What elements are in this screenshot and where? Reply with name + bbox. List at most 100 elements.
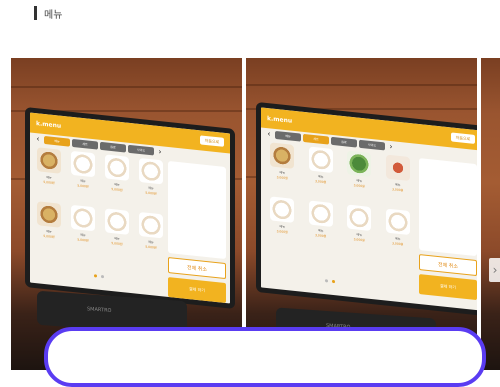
kiosk-pay-button: 결제 하기: [419, 274, 477, 301]
menu-item-price: 3,000원: [315, 179, 327, 185]
menu-item-image: [270, 142, 295, 169]
menu-item: 메뉴 5,000원: [102, 154, 132, 207]
section-title: 메뉴: [44, 9, 63, 21]
kiosk-tab: 세트: [72, 138, 98, 150]
gallery-slide-partial[interactable]: ›: [481, 58, 500, 370]
menu-item-name: 메뉴: [148, 239, 154, 245]
menu-item-name: 메뉴: [394, 236, 401, 242]
menu-item-price: 5,000원: [43, 233, 55, 240]
menu-item: 메뉴 3,000원: [265, 196, 300, 250]
menu-item-price: 3,000원: [353, 237, 365, 243]
menu-item-price: 3,000원: [276, 229, 288, 235]
cart-panel: [419, 158, 477, 257]
cart-panel: [168, 160, 226, 260]
menu-item-price: 5,000원: [77, 237, 89, 243]
menu-item-price: 5,000원: [145, 190, 157, 196]
menu-item-name: 메뉴: [80, 178, 86, 184]
menu-item: 메뉴 3,000원: [304, 200, 339, 254]
kiosk-tab: 사이드: [128, 144, 154, 156]
menu-item-price: 5,000원: [43, 179, 55, 186]
menu-item-image: [139, 211, 163, 239]
card-reader-label: SMARTRO: [87, 306, 112, 314]
menu-item-name: 메뉴: [394, 182, 401, 188]
menu-item: 메뉴 3,000원: [381, 154, 416, 208]
menu-item: 메뉴 5,000원: [136, 157, 166, 211]
menu-item-image: [270, 196, 295, 223]
menu-item-image: [347, 150, 372, 178]
kiosk-screen: k.menu 처음으로 ‹ 메뉴 세트 음료 사이드 › 메뉴 5,000원 메뉴 5…: [25, 106, 235, 310]
kiosk-tab: 메뉴: [44, 135, 70, 147]
menu-item-name: 메뉴: [148, 185, 154, 191]
kiosk-tab: 세트: [303, 133, 329, 145]
menu-item-name: 메뉴: [114, 182, 120, 187]
menu-item-name: 메뉴: [80, 232, 86, 238]
menu-item: 메뉴 5,000원: [68, 150, 98, 203]
kiosk-cart: 전체 취소 결제 하기: [168, 160, 226, 304]
menu-item-price: 5,000원: [145, 244, 157, 250]
kiosk-tab: 음료: [100, 141, 126, 153]
chevron-right-icon: ›: [158, 146, 162, 157]
gallery-slide[interactable]: k.menu 처음으로 ‹ 메뉴 세트 음료 사이드 › 메뉴 3,000원 메뉴 3…: [246, 58, 477, 370]
menu-item-image: [308, 200, 333, 227]
kiosk-tab: 사이드: [359, 139, 385, 151]
kiosk-brand: k.menu: [36, 119, 62, 130]
menu-item-price: 5,000원: [111, 241, 123, 247]
menu-item-name: 메뉴: [46, 175, 52, 180]
menu-item-name: 메뉴: [114, 236, 120, 241]
menu-item-price: 3,000원: [276, 175, 288, 181]
menu-item-image: [37, 201, 61, 228]
kiosk-tab: 음료: [331, 136, 357, 148]
page-dot: [94, 274, 97, 278]
kiosk-home-button: 처음으로: [451, 132, 475, 144]
menu-item: 메뉴 5,000원: [68, 204, 98, 257]
menu-item-image: [105, 208, 129, 235]
page-dot: [332, 279, 335, 284]
menu-item-name: 메뉴: [46, 229, 52, 234]
menu-item-name: 메뉴: [317, 174, 324, 180]
menu-item-name: 메뉴: [317, 228, 324, 234]
chevron-left-icon: ‹: [267, 129, 271, 139]
header-accent-bar: [34, 6, 37, 20]
menu-item: 메뉴 3,000원: [304, 146, 339, 200]
menu-item-image: [347, 204, 372, 232]
kiosk-home-button: 처음으로: [200, 135, 224, 147]
menu-item-price: 3,000원: [353, 183, 365, 189]
kiosk-brand: k.menu: [267, 114, 293, 125]
gallery-slide[interactable]: k.menu 처음으로 ‹ 메뉴 세트 음료 사이드 › 메뉴 5,000원 메뉴 5…: [11, 58, 242, 370]
photo-gallery: k.menu 처음으로 ‹ 메뉴 세트 음료 사이드 › 메뉴 5,000원 메뉴 5…: [11, 58, 500, 370]
menu-item-price: 3,000원: [392, 187, 404, 193]
kiosk-menu-grid: 메뉴 5,000원 메뉴 5,000원 메뉴 5,000원 메뉴 5,000원 메뉴 5,000원…: [34, 147, 166, 265]
menu-item-image: [37, 147, 61, 174]
menu-item-image: [71, 204, 95, 232]
section-header: 메뉴: [34, 5, 62, 21]
menu-item-name: 메뉴: [279, 170, 286, 175]
kiosk-menu-grid: 메뉴 3,000원 메뉴 3,000원 메뉴 3,000원 메뉴 3,000원 메뉴 3,000원…: [265, 142, 415, 262]
menu-item: 메뉴 3,000원: [265, 142, 300, 196]
page-dots: [325, 279, 335, 284]
kiosk-cancel-button: 전체 취소: [168, 256, 226, 280]
menu-item: 메뉴 5,000원: [34, 201, 64, 254]
menu-item-image: [385, 154, 410, 182]
chevron-right-icon: ›: [492, 263, 498, 277]
next-slide-button[interactable]: ›: [489, 258, 500, 282]
menu-item-name: 메뉴: [356, 178, 363, 184]
menu-item: 메뉴 3,000원: [342, 150, 377, 204]
page-dots: [94, 274, 104, 279]
menu-item: 메뉴 3,000원: [381, 208, 416, 262]
kiosk-photo: [481, 58, 500, 370]
menu-item: 메뉴 5,000원: [34, 147, 64, 200]
menu-item-image: [71, 150, 95, 178]
kiosk-screen: k.menu 처음으로 ‹ 메뉴 세트 음료 사이드 › 메뉴 3,000원 메뉴 3…: [256, 101, 477, 317]
kiosk-cancel-button: 전체 취소: [419, 254, 477, 277]
page-dot: [101, 274, 104, 279]
chevron-left-icon: ‹: [36, 134, 40, 144]
chevron-right-icon: ›: [389, 141, 393, 152]
menu-item: 메뉴 3,000원: [342, 204, 377, 258]
menu-item-price: 5,000원: [77, 183, 89, 189]
menu-item-image: [308, 146, 333, 173]
menu-item-image: [385, 208, 410, 236]
menu-item-price: 5,000원: [111, 187, 123, 193]
menu-item: 메뉴 5,000원: [102, 208, 132, 261]
menu-item-price: 3,000원: [392, 241, 404, 247]
menu-item-name: 메뉴: [279, 224, 286, 229]
